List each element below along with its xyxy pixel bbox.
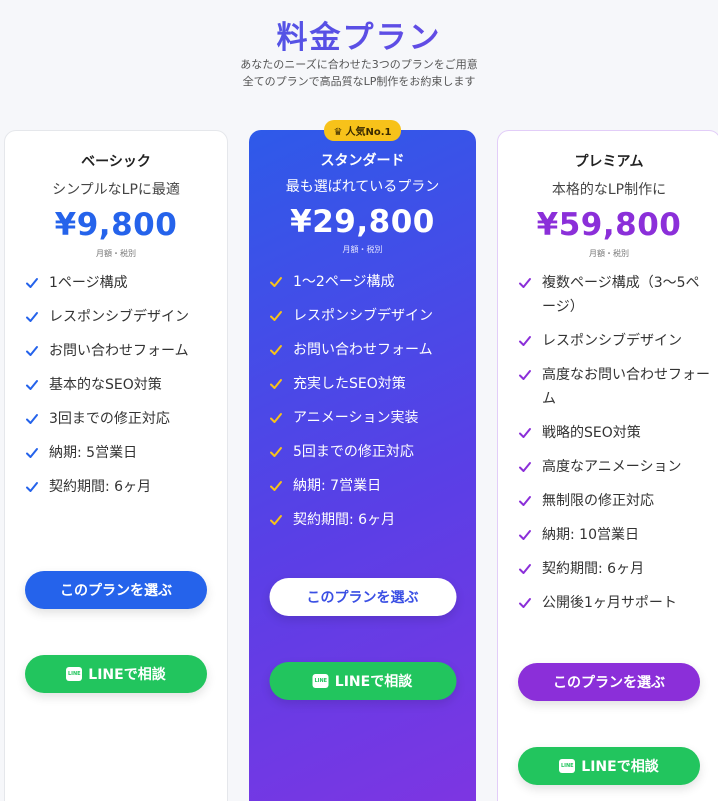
check-icon [25,373,41,397]
check-icon [518,329,534,353]
pricing-title: 料金プラン [0,12,718,57]
plan-description: シンプルなLPに最適 [52,182,180,198]
feature-list: 複数ページ構成（3〜5ページ） レスポンシブデザイン 高度なお問い合わせフォーム… [518,271,710,625]
pricing-subtitle: あなたのニーズに合わせた3つのプランをご用意 全てのプランで高品質なLP制作をお… [0,56,718,90]
check-icon [518,591,534,615]
line-icon: LINE [559,759,576,773]
feature-item: お問い合わせフォーム [269,338,466,362]
subtitle-line-2: 全てのプランで高品質なLP制作をお約束します [242,75,476,88]
plan-price: ¥29,800 [290,204,435,240]
check-icon [518,489,534,513]
check-icon [269,304,285,328]
price-note: 月額・税別 [96,249,136,258]
select-plan-button[interactable]: このプランを選ぶ [269,578,456,616]
plan-card-premium: プレミアム 本格的なLP制作に ¥59,800 月額・税別 複数ページ構成（3〜… [497,130,718,801]
check-icon [25,441,41,465]
line-icon: LINE [66,667,83,681]
feature-item: 納期: 10営業日 [518,523,710,547]
select-plan-button[interactable]: このプランを選ぶ [25,571,207,609]
feature-item: 1〜2ページ構成 [269,270,466,294]
line-button-label: LINEで相談 [334,674,413,690]
check-icon [269,440,285,464]
feature-item: 高度なアニメーション [518,455,710,479]
feature-item: 3回までの修正対応 [25,407,217,431]
feature-item: 1ページ構成 [25,271,217,295]
line-button-label: LINEで相談 [581,759,659,775]
plan-name: プレミアム [574,154,644,170]
check-icon [518,421,534,445]
feature-item: 契約期間: 6ヶ月 [269,508,466,532]
feature-item: 無制限の修正対応 [518,489,710,513]
plan-name: スタンダード [320,153,405,169]
plan-description: 最も選ばれているプラン [285,179,440,195]
line-consult-button[interactable]: LINE LINEで相談 [25,655,207,693]
feature-item: 複数ページ構成（3〜5ページ） [518,271,710,319]
feature-item: レスポンシブデザイン [25,305,217,329]
line-consult-button[interactable]: LINE LINEで相談 [269,662,456,700]
feature-item: 戦略的SEO対策 [518,421,710,445]
feature-item: 納期: 5営業日 [25,441,217,465]
feature-item: 高度なお問い合わせフォーム [518,363,710,411]
feature-item: 充実したSEO対策 [269,372,466,396]
check-icon [269,406,285,430]
select-plan-button[interactable]: このプランを選ぶ [518,663,700,701]
check-icon [518,557,534,581]
feature-item: 基本的なSEO対策 [25,373,217,397]
feature-item: 公開後1ヶ月サポート [518,591,710,615]
plan-card-basic: ベーシック シンプルなLPに最適 ¥9,800 月額・税別 1ページ構成 レスポ… [4,130,228,801]
plan-card-standard: ♛ 人気No.1 スタンダード 最も選ばれているプラン ¥29,800 月額・税別… [249,120,476,801]
feature-item: アニメーション実装 [269,406,466,430]
check-icon [269,270,285,294]
feature-item: レスポンシブデザイン [269,304,466,328]
feature-item: お問い合わせフォーム [25,339,217,363]
plan-name: ベーシック [81,154,151,170]
check-icon [25,305,41,329]
price-note: 月額・税別 [342,245,383,254]
check-icon [518,523,534,547]
feature-list: 1ページ構成 レスポンシブデザイン お問い合わせフォーム 基本的なSEO対策 3… [25,271,217,509]
feature-item: 納期: 7営業日 [269,474,466,498]
feature-item: レスポンシブデザイン [518,329,710,353]
plan-price: ¥59,800 [536,207,682,243]
plan-price: ¥9,800 [54,207,178,243]
check-icon [25,407,41,431]
check-icon [518,455,534,479]
check-icon [25,339,41,363]
feature-item: 契約期間: 6ヶ月 [25,475,217,499]
check-icon [518,271,534,295]
feature-list: 1〜2ページ構成 レスポンシブデザイン お問い合わせフォーム 充実したSEO対策… [269,270,466,542]
popular-badge: ♛ 人気No.1 [323,120,402,141]
feature-item: 5回までの修正対応 [269,440,466,464]
subtitle-line-1: あなたのニーズに合わせた3つのプランをご用意 [240,58,478,71]
check-icon [25,271,41,295]
check-icon [518,363,534,387]
feature-item: 契約期間: 6ヶ月 [518,557,710,581]
check-icon [269,372,285,396]
line-icon: LINE [312,674,329,688]
plan-description: 本格的なLP制作に [551,182,667,198]
line-button-label: LINEで相談 [88,667,166,683]
check-icon [25,475,41,499]
price-note: 月額・税別 [589,249,629,258]
line-consult-button[interactable]: LINE LINEで相談 [518,747,700,785]
check-icon [269,508,285,532]
check-icon [269,338,285,362]
check-icon [269,474,285,498]
crown-icon: ♛ [333,127,343,138]
